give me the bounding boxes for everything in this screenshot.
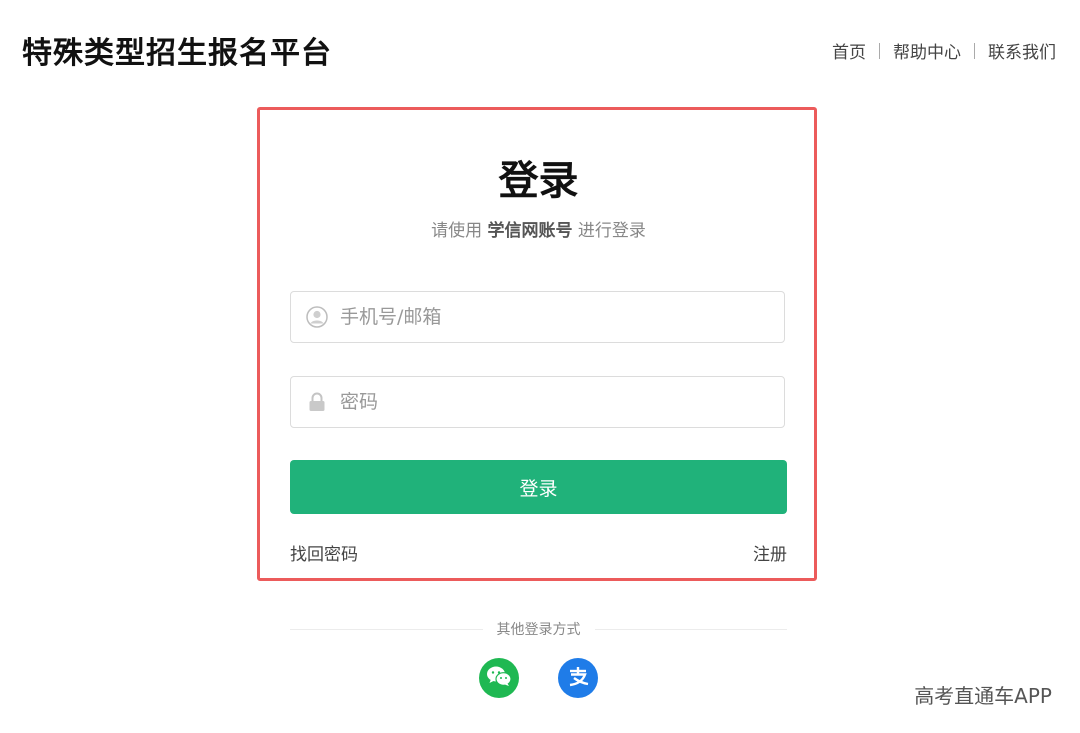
subtitle-suffix: 进行登录: [577, 221, 646, 241]
watermark-text: 高考直通车APP: [914, 684, 1052, 708]
site-title: 特殊类型招生报名平台: [22, 36, 332, 71]
username-field[interactable]: [290, 291, 785, 343]
login-button[interactable]: 登录: [290, 460, 787, 514]
forgot-password-link[interactable]: 找回密码: [290, 540, 358, 565]
login-subtitle: 请使用 学信网账号 进行登录: [290, 216, 787, 241]
lock-icon: [306, 391, 328, 413]
username-input[interactable]: [338, 291, 784, 343]
nav-help-link[interactable]: 帮助中心: [893, 38, 961, 63]
nav-separator: [879, 42, 880, 59]
login-page: 特殊类型招生报名平台 首页 帮助中心 联系我们 登录 请使用 学信网账号 进行登…: [0, 0, 1080, 733]
password-input[interactable]: [338, 376, 784, 428]
wechat-icon: [486, 665, 512, 691]
alipay-login-button[interactable]: [558, 658, 598, 698]
other-login-divider: 其他登录方式: [290, 619, 787, 639]
other-login-label: 其他登录方式: [496, 622, 581, 638]
subtitle-account: 学信网账号: [487, 221, 573, 241]
nav-separator: [974, 42, 975, 59]
divider-line: [594, 628, 787, 630]
user-icon: [306, 306, 328, 328]
register-link[interactable]: 注册: [753, 540, 787, 565]
login-title: 登录: [498, 158, 579, 204]
top-nav: 首页 帮助中心 联系我们: [832, 38, 1056, 63]
divider-line: [290, 628, 483, 630]
nav-home-link[interactable]: 首页: [832, 38, 866, 63]
alipay-icon: [565, 663, 591, 693]
subtitle-prefix: 请使用: [431, 221, 483, 241]
wechat-login-button[interactable]: [479, 658, 519, 698]
nav-contact-link[interactable]: 联系我们: [988, 38, 1056, 63]
password-field[interactable]: [290, 376, 785, 428]
